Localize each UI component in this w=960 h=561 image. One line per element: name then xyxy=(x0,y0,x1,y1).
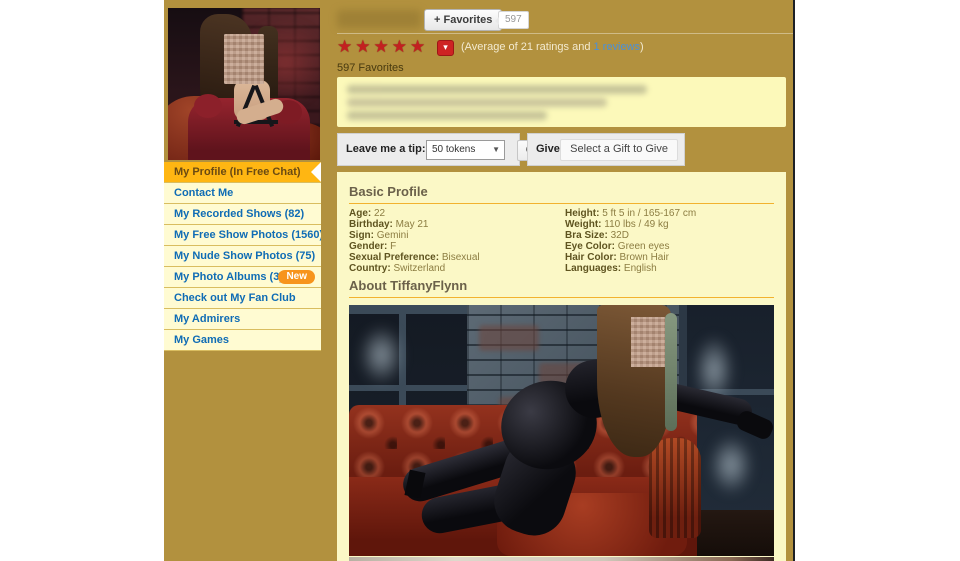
profile-stat: Bra Size: 32D xyxy=(565,230,780,241)
section-underline xyxy=(349,203,774,204)
rating-summary: (Average of 21 ratings and 1 reviews) xyxy=(461,41,644,53)
sidebar-item-label: My Admirers xyxy=(174,313,240,325)
active-arrow-icon xyxy=(311,162,321,182)
profile-stat: Hair Color: Brown Hair xyxy=(565,252,780,263)
pixelated-face xyxy=(224,34,264,84)
divider xyxy=(337,33,793,34)
red-dress-art xyxy=(194,94,222,118)
redacted-text-line xyxy=(347,98,607,107)
stats-column-left: Age: 22Birthday: May 21Sign: GeminiGende… xyxy=(349,208,559,274)
sidebar-item-label: My Free Show Photos (1560) xyxy=(174,229,321,241)
profile-stat: Sign: Gemini xyxy=(349,230,559,241)
profile-stat: Gender: F xyxy=(349,241,559,252)
star-icon[interactable]: ★ xyxy=(410,38,425,55)
reviews-link[interactable]: 1 reviews xyxy=(594,41,640,53)
page: My Profile (In Free Chat) Contact Me My … xyxy=(0,0,960,561)
profile-stat: Age: 22 xyxy=(349,208,559,219)
profile-stat: Birthday: May 21 xyxy=(349,219,559,230)
profile-photo-thumbnail xyxy=(168,8,320,160)
rating-text: ) xyxy=(640,41,644,53)
sidebar-item[interactable]: My Photo Albums (3) New xyxy=(164,267,321,288)
model-name-redacted xyxy=(337,10,421,28)
profile-stat: Height: 5 ft 5 in / 165-167 cm xyxy=(565,208,780,219)
sidebar-item[interactable]: My Admirers xyxy=(164,309,321,330)
tip-amount-select[interactable]: 50 tokens ▼ xyxy=(426,140,505,160)
profile-stat: Weight: 110 lbs / 49 kg xyxy=(565,219,780,230)
profile-stat: Sexual Preference: Bisexual xyxy=(349,252,559,263)
chevron-down-icon: ▼ xyxy=(492,141,500,158)
rating-text: (Average of 21 ratings and xyxy=(461,41,594,53)
profile-stat: Eye Color: Green eyes xyxy=(565,241,780,252)
star-icon[interactable]: ★ xyxy=(374,38,389,55)
sidebar-item-label: My Photo Albums (3) xyxy=(174,271,283,283)
sidebar-item-label: Check out My Fan Club xyxy=(174,292,296,304)
about-heading: About TiffanyFlynn xyxy=(349,278,467,293)
profile-panel: Basic Profile Age: 22Birthday: May 21Sig… xyxy=(337,172,786,561)
sidebar-item-label: My Recorded Shows (82) xyxy=(174,208,304,220)
pixelated-face xyxy=(631,317,665,367)
sidebar-item[interactable]: My Profile (In Free Chat) xyxy=(164,162,321,183)
window-reflection-art xyxy=(709,435,753,495)
sidebar-item-label: My Games xyxy=(174,334,229,346)
main-content: + Favorites 597 ★★★★★ ▾ (Average of 21 r… xyxy=(337,0,793,561)
about-photo xyxy=(349,305,774,556)
sidebar-item[interactable]: Contact Me xyxy=(164,183,321,204)
gift-box: Give me a gift: Select a Gift to Give xyxy=(527,133,685,166)
profile-stat: Country: Switzerland xyxy=(349,263,559,274)
tip-amount-value: 50 tokens xyxy=(432,144,475,155)
sidebar-menu: My Profile (In Free Chat) Contact Me My … xyxy=(164,162,321,351)
basic-profile-heading: Basic Profile xyxy=(349,184,428,199)
rating-dropdown-icon[interactable]: ▾ xyxy=(437,40,454,56)
sidebar-item[interactable]: My Recorded Shows (82) xyxy=(164,204,321,225)
star-icon[interactable]: ★ xyxy=(392,38,407,55)
star-icon[interactable]: ★ xyxy=(355,38,370,55)
redacted-text-line xyxy=(347,111,547,120)
favorites-count-text: 597 Favorites xyxy=(337,62,404,74)
tip-box: Leave me a tip: 50 tokens▼ Give Tip xyxy=(337,133,520,166)
sidebar-item[interactable]: Check out My Fan Club xyxy=(164,288,321,309)
sidebar-item[interactable]: My Games xyxy=(164,330,321,351)
window-reflection-art xyxy=(359,325,404,385)
sidebar-item[interactable]: My Free Show Photos (1560) xyxy=(164,225,321,246)
brick-patch-art xyxy=(479,325,539,351)
profile-stat: Languages: English xyxy=(565,263,780,274)
add-favorites-button[interactable]: + Favorites xyxy=(424,9,502,31)
section-underline xyxy=(349,297,774,298)
star-rating[interactable]: ★★★★★ xyxy=(337,37,428,55)
sidebar-item-label: Contact Me xyxy=(174,187,233,199)
stats-column-right: Height: 5 ft 5 in / 165-167 cmWeight: 11… xyxy=(565,208,780,274)
tip-label: Leave me a tip: xyxy=(346,143,425,155)
profile-page-background: My Profile (In Free Chat) Contact Me My … xyxy=(164,0,795,561)
star-icon[interactable]: ★ xyxy=(337,38,352,55)
next-photo-edge xyxy=(349,557,774,561)
new-badge: New xyxy=(278,270,315,284)
sidebar-item-label: My Nude Show Photos (75) xyxy=(174,250,315,262)
select-gift-button[interactable]: Select a Gift to Give xyxy=(560,139,678,161)
announcement-banner-redacted xyxy=(337,77,786,127)
favorites-count-badge: 597 xyxy=(498,11,529,29)
couch-armrest-art xyxy=(649,438,701,538)
sidebar-item-label: My Profile (In Free Chat) xyxy=(174,166,301,178)
redacted-text-line xyxy=(347,85,647,94)
sidebar-item[interactable]: My Nude Show Photos (75) xyxy=(164,246,321,267)
hair-strand-art xyxy=(665,313,677,431)
